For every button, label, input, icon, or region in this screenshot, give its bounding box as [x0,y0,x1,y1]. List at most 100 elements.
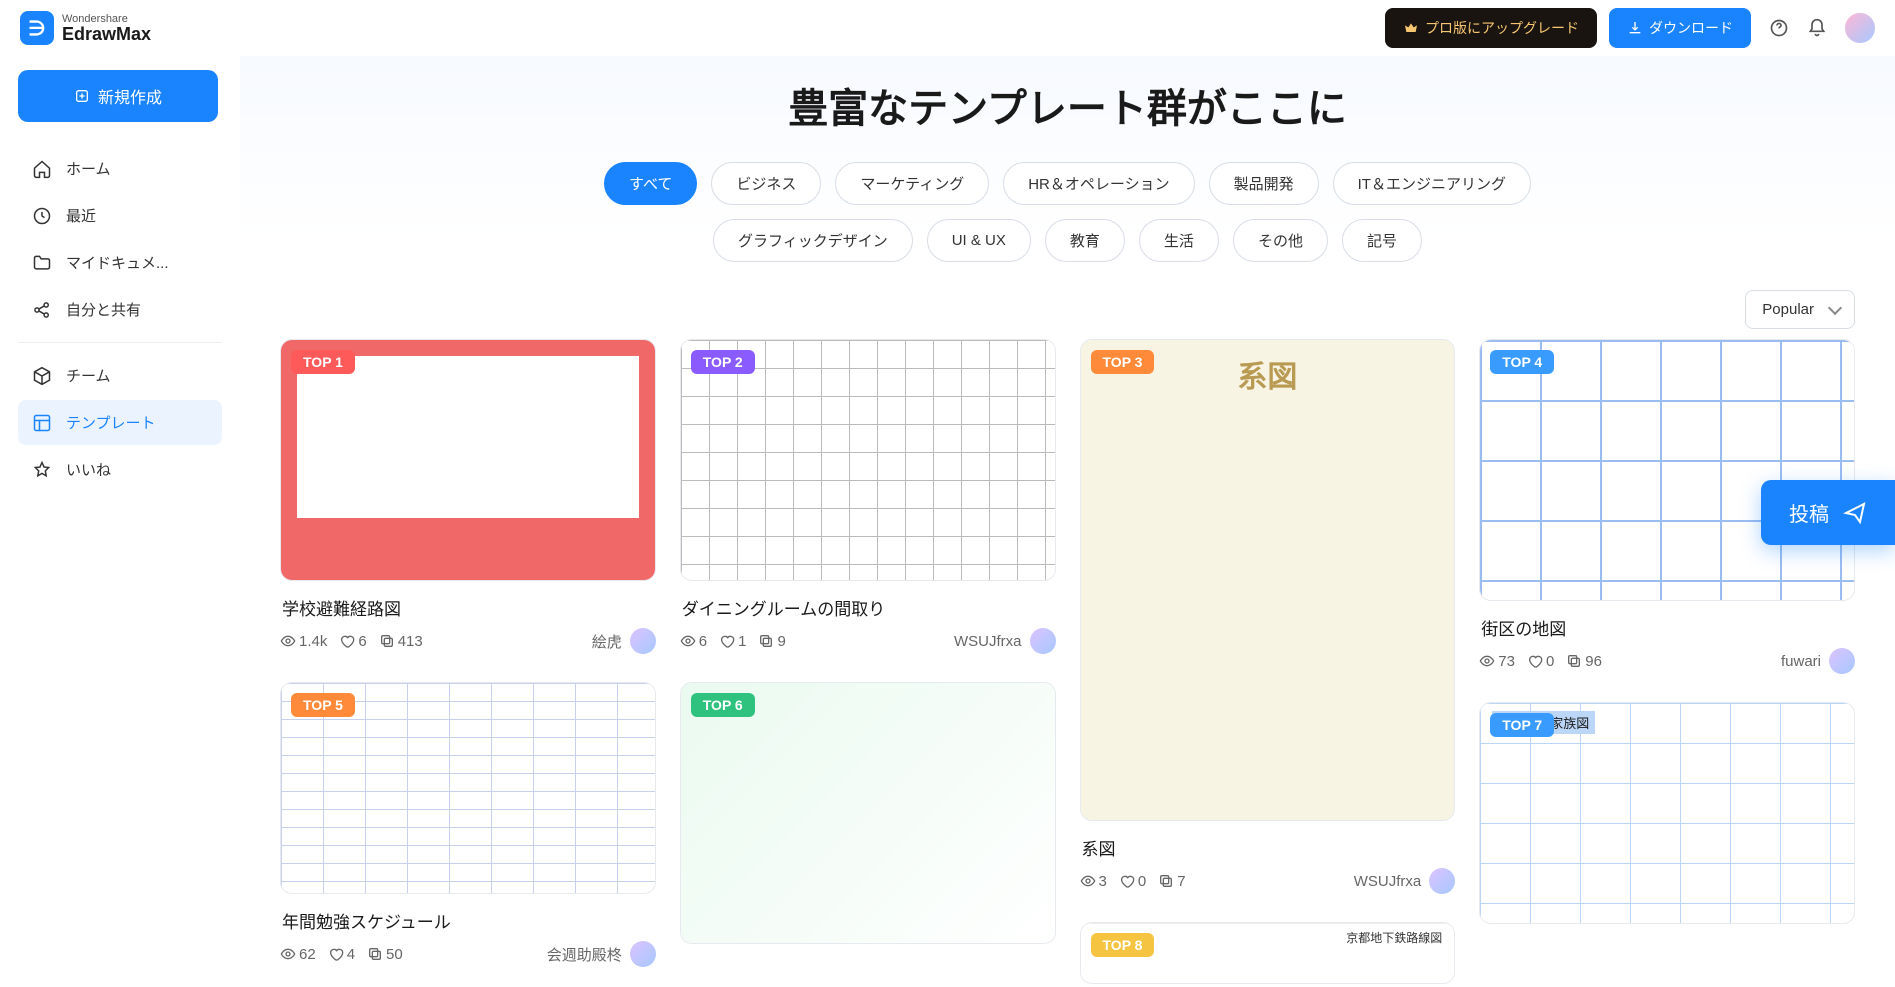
send-icon [1843,501,1867,525]
sidebar-item-1[interactable]: 最近 [18,193,222,238]
chip-2[interactable]: マーケティング [835,162,989,205]
card-thumb[interactable]: TOP 5 [280,682,656,894]
template-card-0[interactable]: TOP 1 学校避難経路図 1.4k 6 413 絵虎 [280,339,656,654]
card-author[interactable]: fuwari [1781,648,1855,674]
sidebar-item-3[interactable]: 自分と共有 [18,287,222,332]
sidebar-item-label: マイドキュメ... [66,252,169,273]
copies-stat: 50 [367,946,403,963]
author-avatar [630,941,656,967]
cube-icon [32,366,52,386]
author-avatar [1429,868,1455,894]
rank-badge: TOP 5 [291,693,355,717]
author-avatar [1829,648,1855,674]
card-thumb[interactable]: TOP 6 [680,682,1056,944]
card-meta: 307 WSUJfrxa [1080,868,1456,894]
plus-icon [74,88,90,104]
chip-0[interactable]: すべて [604,162,697,205]
sidebar-item-5[interactable]: テンプレート [18,400,222,445]
card-title: ダイニングルームの間取り [682,595,1054,620]
clock-icon [32,206,52,226]
copies-stat: 96 [1566,653,1602,670]
chip-7[interactable]: UI & UX [927,219,1031,262]
sidebar-item-4[interactable]: チーム [18,353,222,398]
author-avatar [630,628,656,654]
template-card-5[interactable]: TOP 8 京都地下鉄路線図 [1080,922,1456,984]
logo-icon: ∋ [20,11,54,45]
download-button[interactable]: ダウンロード [1609,8,1751,48]
template-card-7[interactable]: TOP 7田中家の家族図 [1479,702,1855,924]
card-author[interactable]: WSUJfrxa [1354,868,1456,894]
post-fab[interactable]: 投稿 [1761,480,1895,545]
sidebar-item-0[interactable]: ホーム [18,146,222,191]
help-icon[interactable] [1769,18,1789,38]
sort-select[interactable]: Popular [1745,290,1855,329]
chip-4[interactable]: 製品開発 [1209,162,1319,205]
copies-stat: 9 [758,633,785,650]
chip-1[interactable]: ビジネス [711,162,821,205]
topbar: ∋ Wondershare EdrawMax プロ版にアップグレード ダウンロー… [0,0,1895,56]
chip-11[interactable]: 記号 [1342,219,1422,262]
home-icon [32,159,52,179]
author-avatar [1030,628,1056,654]
upgrade-label: プロ版にアップグレード [1425,18,1579,38]
sidebar-item-label: テンプレート [66,412,156,433]
sidebar-item-label: ホーム [66,158,111,179]
rank-badge: TOP 1 [291,350,355,374]
post-fab-label: 投稿 [1789,498,1829,527]
template-icon [32,413,52,433]
likes-stat: 0 [1119,873,1146,890]
sort-selected: Popular [1762,301,1814,318]
chip-6[interactable]: グラフィックデザイン [713,219,913,262]
chip-10[interactable]: その他 [1233,219,1328,262]
template-card-1[interactable]: TOP 5年間勉強スケジュール62450会週助殿柊 [280,682,656,967]
thumb-caption: 京都地下鉄路線図 [1346,929,1442,946]
user-avatar[interactable] [1845,13,1875,43]
likes-stat: 6 [339,633,366,650]
views-stat: 3 [1080,873,1107,890]
sidebar-item-label: 自分と共有 [66,299,141,320]
views-stat: 6 [680,633,707,650]
views-stat: 73 [1479,653,1515,670]
card-author[interactable]: 絵虎 [592,628,656,654]
category-chips: すべてビジネスマーケティング HR＆オペレーション製品開発 IT＆エンジニアリンググ… [568,162,1568,262]
card-title: 学校避難経路図 [282,595,654,620]
likes-stat: 0 [1527,653,1554,670]
chip-8[interactable]: 教育 [1045,219,1125,262]
card-thumb[interactable]: TOP 1 [280,339,656,581]
chip-3[interactable]: HR＆オペレーション [1003,162,1194,205]
crown-icon [1403,20,1419,36]
copies-stat: 413 [379,633,423,650]
main: 豊富なテンプレート群がここに すべてビジネスマーケティングHR＆オペレーション製… [240,0,1895,987]
card-author[interactable]: WSUJfrxa [954,628,1056,654]
chip-5[interactable]: IT＆エンジニアリング [1333,162,1531,205]
logo[interactable]: ∋ Wondershare EdrawMax [20,11,151,45]
sidebar-item-2[interactable]: マイドキュメ... [18,240,222,285]
views-stat: 62 [280,946,316,963]
template-card-2[interactable]: TOP 2ダイニングルームの間取り619WSUJfrxa [680,339,1056,654]
rank-badge: TOP 7 [1490,713,1554,737]
template-card-3[interactable]: TOP 6 [680,682,1056,944]
upgrade-button[interactable]: プロ版にアップグレード [1385,8,1597,48]
card-thumb[interactable]: TOP 7田中家の家族図 [1479,702,1855,924]
copies-stat: 7 [1158,873,1185,890]
card-thumb[interactable]: TOP 8 京都地下鉄路線図 [1080,922,1456,984]
card-title: 街区の地図 [1481,615,1853,640]
template-grid: TOP 1学校避難経路図1.4k6413絵虎TOP 5年間勉強スケジュール624… [280,339,1855,987]
share-icon [32,300,52,320]
new-button-label: 新規作成 [98,84,162,108]
sidebar-item-6[interactable]: いいね [18,447,222,492]
bell-icon[interactable] [1807,18,1827,38]
card-author[interactable]: 会週助殿柊 [547,941,656,967]
download-icon [1627,20,1643,36]
rank-badge: TOP 6 [691,693,755,717]
likes-stat: 4 [328,946,355,963]
card-thumb[interactable]: TOP 3 [1080,339,1456,821]
views-stat: 1.4k [280,633,327,650]
rank-badge: TOP 8 [1091,933,1155,957]
card-thumb[interactable]: TOP 4 [1479,339,1855,601]
template-card-4[interactable]: TOP 3系図307WSUJfrxa [1080,339,1456,894]
sidebar: 新規作成 ホーム最近マイドキュメ... 自分と共有チームテンプレートいいね [0,0,240,987]
new-button[interactable]: 新規作成 [18,70,218,122]
chip-9[interactable]: 生活 [1139,219,1219,262]
card-thumb[interactable]: TOP 2 [680,339,1056,581]
